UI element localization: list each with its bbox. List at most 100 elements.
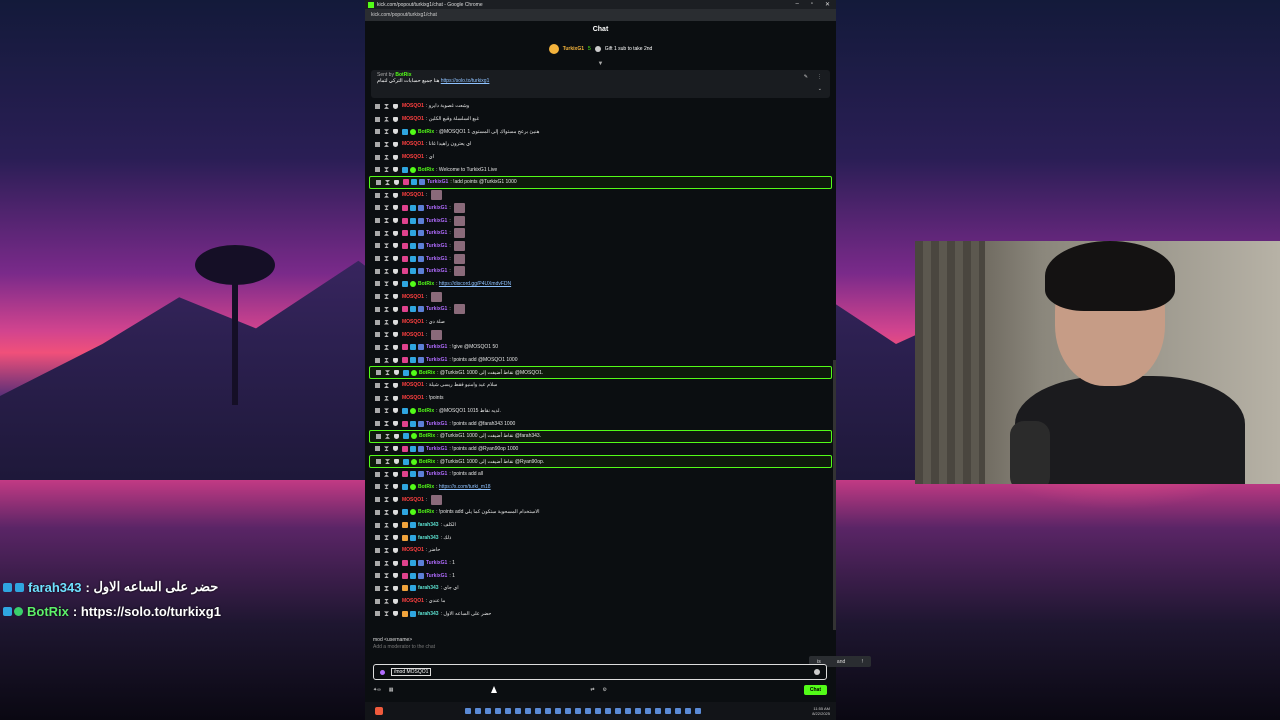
delete-message-icon[interactable] <box>375 192 380 198</box>
delete-message-icon[interactable] <box>376 433 381 439</box>
delete-message-icon[interactable] <box>375 509 380 515</box>
delete-message-icon[interactable] <box>375 560 380 566</box>
ban-icon[interactable] <box>393 141 398 147</box>
chat-message[interactable]: TurkixG1: <box>369 265 832 278</box>
ban-icon[interactable] <box>393 332 398 338</box>
timeout-icon[interactable] <box>384 141 389 147</box>
minimize-button[interactable]: – <box>795 1 798 8</box>
ban-icon[interactable] <box>393 598 398 604</box>
timeout-icon[interactable] <box>385 433 390 439</box>
ban-icon[interactable] <box>393 154 398 160</box>
timeout-icon[interactable] <box>384 611 389 617</box>
emoji-icon[interactable] <box>814 669 820 675</box>
chat-message[interactable]: MOSQO1: غبع السلسلة وقبع الكلين <box>369 113 832 126</box>
taskbar-app-icon[interactable] <box>535 708 541 714</box>
points-icon[interactable]: ✦∞ <box>373 687 381 693</box>
command-suggestion[interactable]: mod <username> Add a moderator to the ch… <box>373 637 435 650</box>
ban-icon[interactable] <box>393 281 398 287</box>
timeout-icon[interactable] <box>384 281 389 287</box>
message-link[interactable]: https://x.com/turki_m18 <box>439 484 491 490</box>
timeout-icon[interactable] <box>384 256 389 262</box>
message-username[interactable]: TurkixG1 <box>426 446 447 452</box>
timeout-icon[interactable] <box>384 382 389 388</box>
ban-icon[interactable] <box>393 497 398 503</box>
chat-message[interactable]: TurkixG1: <box>369 252 832 265</box>
chat-message[interactable]: MOSQO1: وشعت غصوبة دايرو <box>369 100 832 113</box>
taskbar-app-icon[interactable] <box>685 708 691 714</box>
chat-message[interactable]: BotRix: https://discord.gg/P4UXmdvFDN <box>369 278 832 291</box>
timeout-icon[interactable] <box>384 306 389 312</box>
taskbar-app-icon[interactable] <box>475 708 481 714</box>
taskbar-app-icon[interactable] <box>605 708 611 714</box>
timeout-icon[interactable] <box>384 167 389 173</box>
ban-icon[interactable] <box>393 522 398 528</box>
delete-message-icon[interactable] <box>375 116 380 122</box>
timeout-icon[interactable] <box>384 357 389 363</box>
taskbar-app-icon[interactable] <box>525 708 531 714</box>
ban-icon[interactable] <box>393 471 398 477</box>
message-username[interactable]: TurkixG1 <box>426 243 447 249</box>
ban-icon[interactable] <box>393 306 398 312</box>
delete-message-icon[interactable] <box>375 611 380 617</box>
timeout-icon[interactable] <box>384 205 389 211</box>
chat-message[interactable]: farah343: الكلف <box>369 519 832 532</box>
chat-message[interactable]: BotRix: !points add الاستخدام المسحوبة س… <box>369 506 832 519</box>
timeout-icon[interactable] <box>384 218 389 224</box>
delete-message-icon[interactable] <box>375 319 380 325</box>
timeout-icon[interactable] <box>385 179 390 185</box>
message-username[interactable]: TurkixG1 <box>426 230 447 236</box>
chat-scrollbar[interactable] <box>833 360 836 630</box>
chat-input-value[interactable]: /mod MOSQO1 <box>391 668 432 676</box>
message-username[interactable]: BotRix <box>418 509 434 515</box>
ban-icon[interactable] <box>393 243 398 249</box>
timeout-icon[interactable] <box>384 319 389 325</box>
chat-message[interactable]: BotRix: Welcome to TurkixG1 Live <box>369 163 832 176</box>
message-username[interactable]: MOSQO1 <box>402 294 424 300</box>
chat-message[interactable]: MOSQO1: <box>369 290 832 303</box>
message-username[interactable]: TurkixG1 <box>426 205 447 211</box>
message-username[interactable]: TurkixG1 <box>426 357 447 363</box>
message-username[interactable]: BotRix <box>419 370 435 376</box>
message-username[interactable]: farah343 <box>418 522 439 528</box>
delete-message-icon[interactable] <box>375 154 380 160</box>
message-username[interactable]: BotRix <box>418 281 434 287</box>
ban-icon[interactable] <box>393 268 398 274</box>
popup-item[interactable]: and <box>837 659 845 665</box>
taskbar-app-icon[interactable] <box>465 708 471 714</box>
chat-message[interactable]: BotRix: @MOSQO1 هنيئ برعح مستواك إلى الم… <box>369 125 832 138</box>
ban-icon[interactable] <box>393 535 398 541</box>
timeout-icon[interactable] <box>384 332 389 338</box>
ban-icon[interactable] <box>393 560 398 566</box>
delete-message-icon[interactable] <box>375 243 380 249</box>
delete-message-icon[interactable] <box>375 129 380 135</box>
message-username[interactable]: TurkixG1 <box>426 421 447 427</box>
message-username[interactable]: BotRix <box>419 459 435 465</box>
taskbar-app-icon[interactable] <box>675 708 681 714</box>
more-options-icon[interactable]: ⋮ <box>817 74 822 80</box>
taskbar-app-icon[interactable] <box>505 708 511 714</box>
delete-message-icon[interactable] <box>375 471 380 477</box>
taskbar-app-icon[interactable] <box>585 708 591 714</box>
taskbar-app-icon[interactable] <box>555 708 561 714</box>
taskbar-app-icon[interactable] <box>485 708 491 714</box>
chat-message[interactable]: farah343: ذلك <box>369 531 832 544</box>
message-username[interactable]: TurkixG1 <box>426 256 447 262</box>
message-username[interactable]: MOSQO1 <box>402 319 424 325</box>
taskbar-app-icon[interactable] <box>375 707 383 715</box>
message-username[interactable]: MOSQO1 <box>402 154 424 160</box>
delete-message-icon[interactable] <box>375 497 380 503</box>
timeout-icon[interactable] <box>384 395 389 401</box>
delete-message-icon[interactable] <box>375 344 380 350</box>
message-username[interactable]: MOSQO1 <box>402 116 424 122</box>
delete-message-icon[interactable] <box>375 230 380 236</box>
send-chat-button[interactable]: Chat <box>803 685 827 695</box>
taskbar-app-icon[interactable] <box>575 708 581 714</box>
ban-icon[interactable] <box>394 370 399 376</box>
ban-icon[interactable] <box>393 484 398 490</box>
taskbar-app-icon[interactable] <box>565 708 571 714</box>
ban-icon[interactable] <box>393 547 398 553</box>
calendar-icon[interactable]: ▦ <box>389 687 394 693</box>
delete-message-icon[interactable] <box>376 459 381 465</box>
timeout-icon[interactable] <box>384 243 389 249</box>
ban-icon[interactable] <box>394 433 399 439</box>
